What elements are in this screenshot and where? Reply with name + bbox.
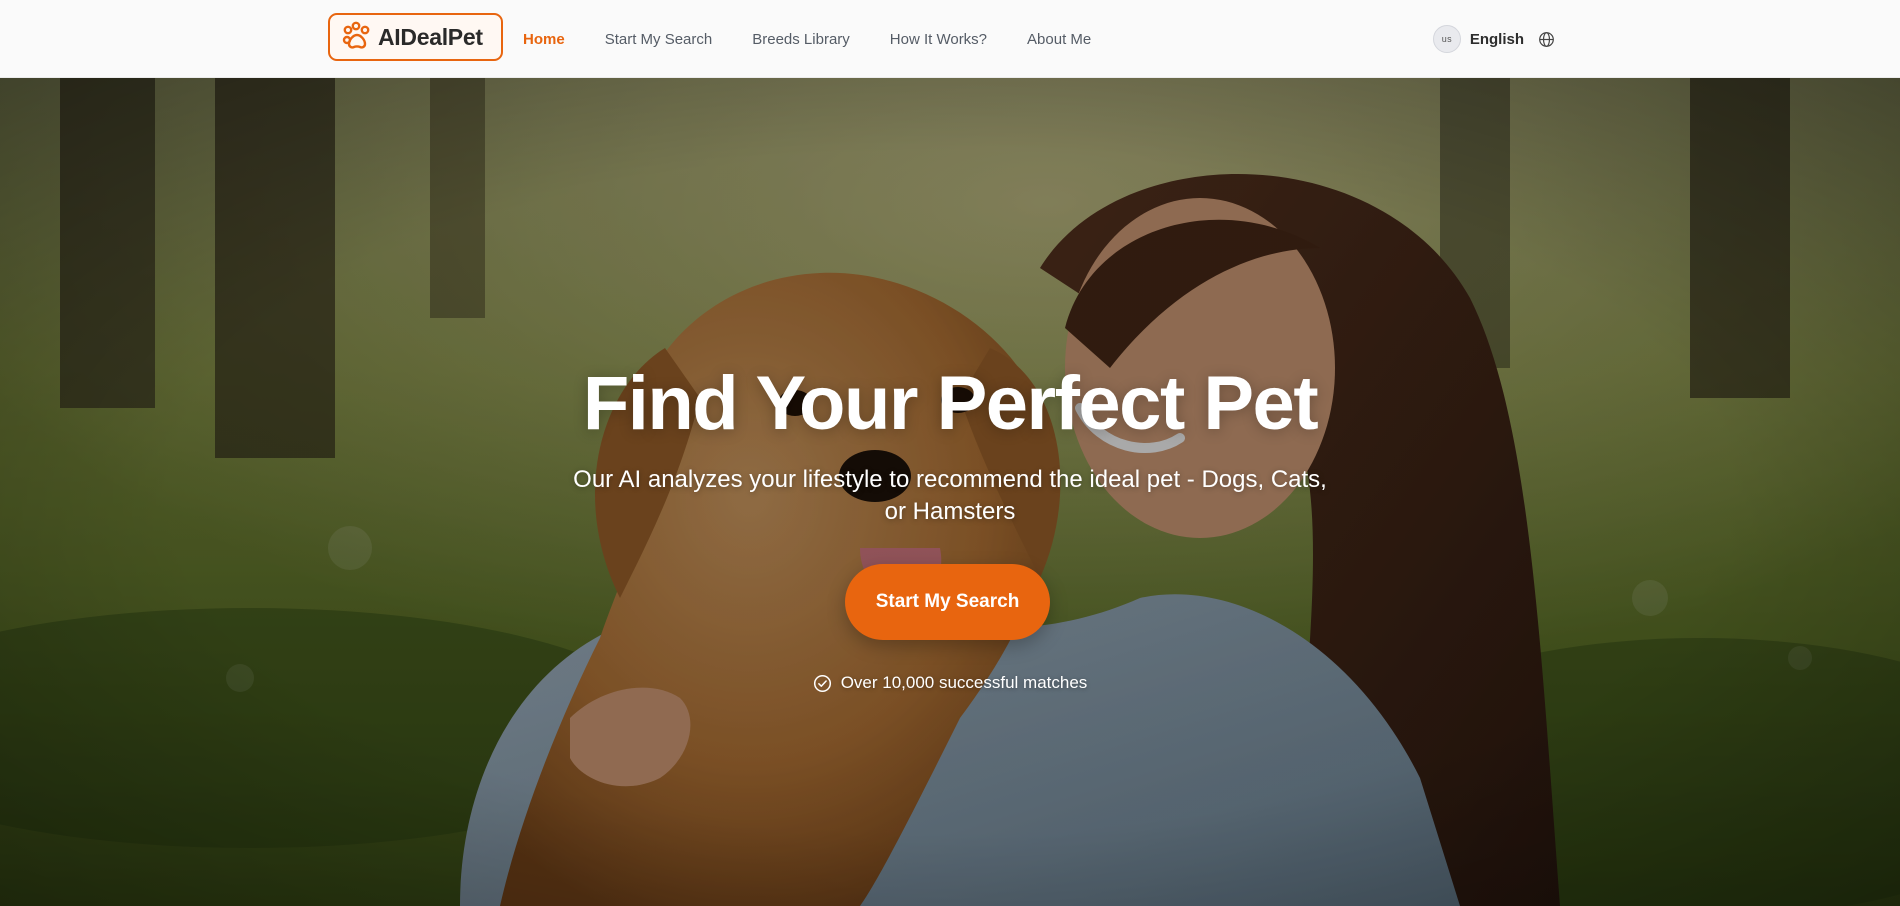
logo-text: AIDealPet	[378, 23, 483, 50]
start-search-button[interactable]: Start My Search	[845, 564, 1050, 640]
nav-start-my-search[interactable]: Start My Search	[605, 31, 713, 48]
language-label: English	[1469, 30, 1524, 48]
nav-how-it-works[interactable]: How It Works?	[890, 31, 987, 48]
hero-section: Find Your Perfect Pet Our AI analyzes yo…	[0, 78, 1900, 906]
paw-icon	[342, 21, 370, 49]
globe-icon	[1539, 31, 1554, 47]
matches-badge: Over 10,000 successful matches	[0, 673, 1900, 693]
main-nav: Home Start My Search Breeds Library How …	[523, 0, 1131, 78]
hero-title: Find Your Perfect Pet	[582, 361, 1319, 446]
nav-breeds-library[interactable]: Breeds Library	[752, 31, 850, 48]
check-circle-icon	[813, 674, 831, 692]
logo[interactable]: AIDealPet	[328, 13, 503, 61]
language-selector[interactable]: us English	[1432, 0, 1555, 78]
site-header: AIDealPet Home Start My Search Breeds Li…	[0, 0, 1900, 78]
flag-badge: us	[1432, 25, 1461, 53]
matches-text: Over 10,000 successful matches	[840, 673, 1088, 692]
nav-about-me[interactable]: About Me	[1027, 31, 1091, 48]
hero-content: Find Your Perfect Pet Our AI analyzes yo…	[0, 78, 1900, 906]
nav-home[interactable]: Home	[523, 31, 565, 48]
hero-subtitle: Our AI analyzes your lifestyle to recomm…	[573, 466, 1327, 525]
